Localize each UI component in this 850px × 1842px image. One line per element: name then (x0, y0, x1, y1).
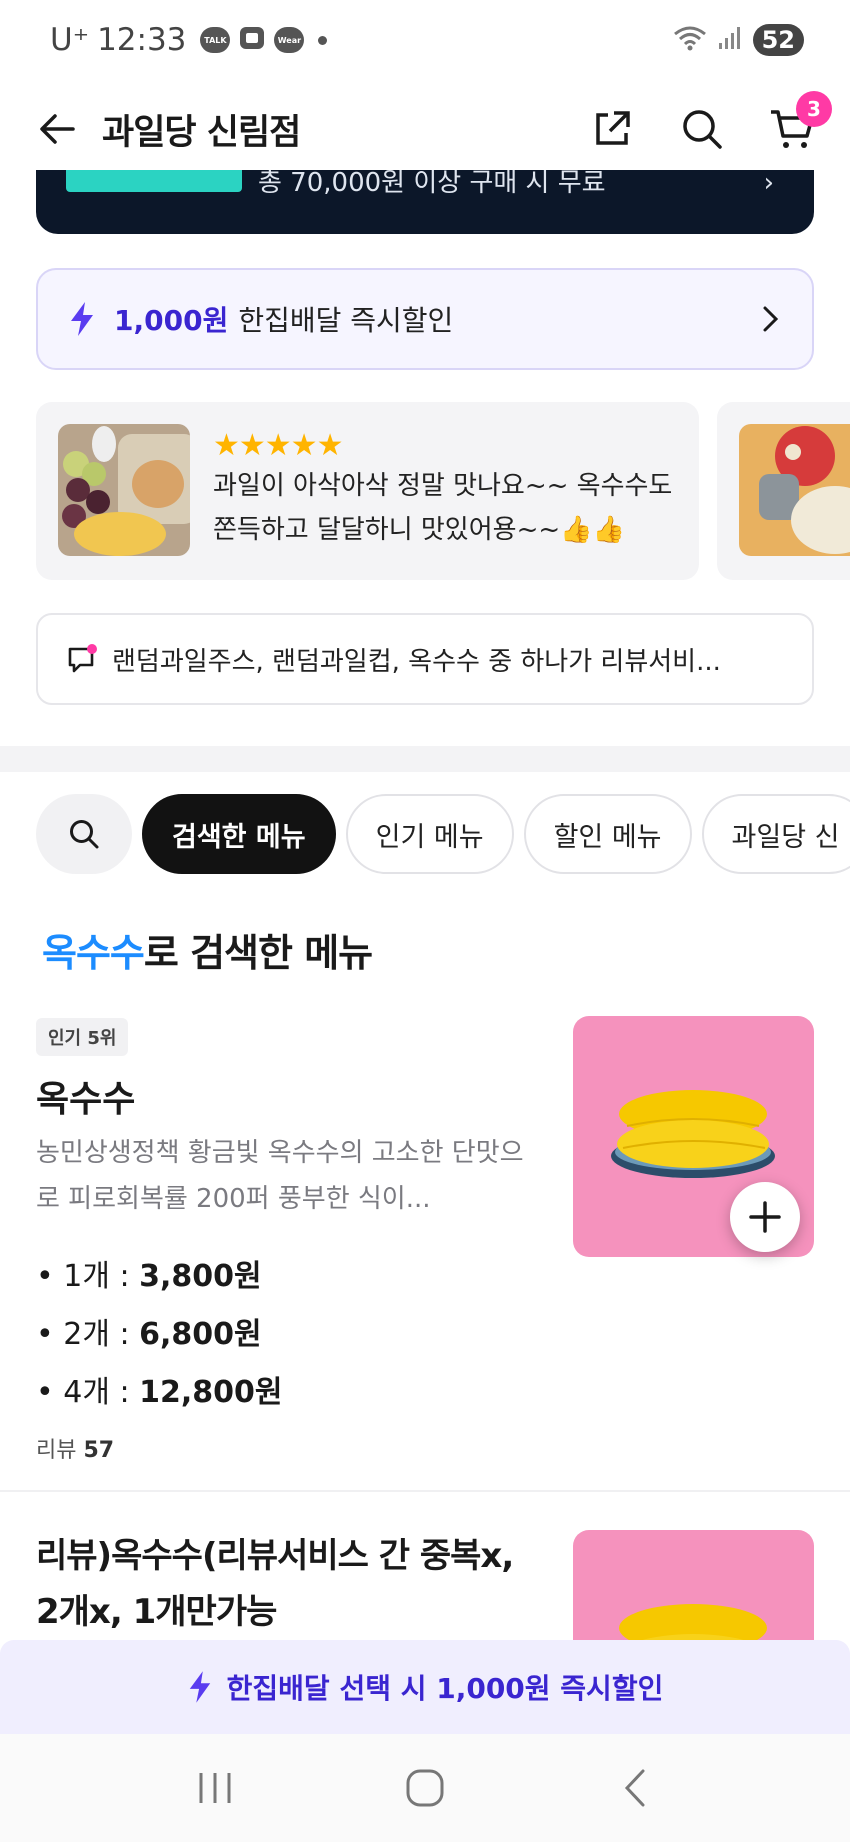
chip-popular-menu[interactable]: 인기 메뉴 (345, 794, 514, 874)
talk-icon: TALK (200, 27, 231, 53)
price-option: • 1개 : 3,800원 (36, 1248, 282, 1306)
clock: 12:33 (97, 22, 187, 58)
review-card[interactable] (717, 402, 850, 580)
status-bar: U⁺ 12:33 TALK Wear 52 (0, 0, 850, 80)
instant-discount-footer[interactable]: 한집배달 선택 시 1,000원 즉시할인 (0, 1640, 850, 1734)
category-chips: 검색한 메뉴 인기 메뉴 할인 메뉴 과일당 신 (36, 794, 850, 874)
menu-item[interactable]: 리뷰)옥수수(리뷰서비스 간 중복x, 2개x, 1개만가능 (0, 1528, 850, 1640)
review-card[interactable]: ★★★★★ 과일이 아삭아삭 정말 맛나요~~ 옥수수도 쫀득하고 달달하니 맛… (36, 402, 699, 580)
wifi-icon (673, 24, 707, 56)
wear-icon: Wear (274, 27, 305, 53)
chevron-right-icon (763, 306, 779, 332)
review-count-value: 57 (83, 1438, 115, 1463)
home-icon (406, 1769, 444, 1807)
share-button[interactable] (584, 101, 640, 157)
notice-icon (66, 643, 98, 675)
review-count: 리뷰 57 (36, 1432, 114, 1464)
recent-apps-button[interactable] (175, 1748, 255, 1828)
rating-stars: ★★★★★ (213, 428, 343, 463)
discount-amount: 1,000원 (114, 304, 229, 337)
price-qty: • 2개 : (36, 1317, 140, 1352)
price-qty: • 1개 : (36, 1259, 140, 1294)
price-value: 6,800원 (139, 1317, 262, 1352)
section-title-suffix: 로 검색한 메뉴 (143, 931, 373, 975)
discount-label: 한집배달 즉시할인 (238, 304, 454, 337)
menu-item-image (573, 1530, 814, 1640)
add-to-cart-button[interactable] (730, 1182, 800, 1252)
app-header: 과일당 신림점 3 (0, 88, 850, 170)
chevron-left-icon (624, 1769, 645, 1807)
back-button[interactable] (30, 102, 84, 156)
search-icon (683, 110, 722, 149)
home-button[interactable] (385, 1748, 465, 1828)
review-photo (739, 424, 850, 556)
page-title: 과일당 신림점 (102, 112, 301, 153)
share-icon (596, 111, 630, 145)
system-navigation-bar (0, 1734, 850, 1842)
menu-item[interactable]: 인기 5위 옥수수 농민상생정책 황금빛 옥수수의 고소한 단맛으로 피로회복률… (0, 1012, 850, 1492)
rank-badge: 인기 5위 (36, 1018, 129, 1056)
chip-searched-menu[interactable]: 검색한 메뉴 (142, 794, 336, 874)
menu-item-name: 옥수수 (36, 1079, 136, 1120)
section-title: 옥수수로 검색한 메뉴 (42, 922, 373, 977)
instant-discount-banner[interactable]: 1,000원 한집배달 즉시할인 (36, 268, 814, 370)
menu-search-button[interactable] (36, 794, 132, 874)
cart-count-badge: 3 (796, 91, 832, 127)
search-icon (70, 820, 99, 849)
menu-item-description: 농민상생정책 황금빛 옥수수의 고소한 단맛으로 피로회복률 200퍼 풍부한 … (36, 1138, 524, 1214)
owner-notice[interactable]: 랜덤과일주스, 랜덤과일컵, 옥수수 중 하나가 리뷰서비... (36, 613, 814, 705)
chevron-right-icon: › (763, 168, 774, 198)
battery-indicator: 52 (752, 24, 804, 56)
search-button[interactable] (674, 101, 730, 157)
chip-store-menu[interactable]: 과일당 신 (701, 794, 850, 874)
price-option: • 2개 : 6,800원 (36, 1306, 282, 1364)
review-photo (58, 424, 190, 556)
price-option: • 4개 : 12,800원 (36, 1364, 282, 1422)
recent-apps-icon (199, 1773, 231, 1803)
plus-icon (749, 1201, 781, 1233)
price-qty: • 4개 : (36, 1375, 140, 1410)
price-list: • 1개 : 3,800원 • 2개 : 6,800원 • 4개 : 12,80… (36, 1248, 282, 1422)
chip-discount-menu[interactable]: 할인 메뉴 (523, 794, 692, 874)
system-back-button[interactable] (595, 1748, 675, 1828)
notice-text: 랜덤과일주스, 랜덤과일컵, 옥수수 중 하나가 리뷰서비... (112, 646, 721, 677)
price-value: 3,800원 (139, 1259, 262, 1294)
dot-icon (318, 35, 328, 45)
carrier-label: U⁺ (50, 22, 90, 58)
lightning-icon (71, 302, 93, 336)
signal-icon (717, 25, 743, 55)
arrow-left-icon (40, 114, 75, 144)
footer-discount-text: 한집배달 선택 시 1,000원 즉시할인 (226, 1672, 664, 1705)
review-count-label: 리뷰 (36, 1438, 77, 1463)
search-keyword: 옥수수 (42, 931, 145, 975)
lightning-icon (189, 1671, 210, 1703)
price-value: 12,800원 (139, 1375, 283, 1410)
section-divider (0, 746, 850, 772)
screenshot-icon (238, 25, 266, 55)
review-text: 과일이 아삭아삭 정말 맛나요~~ 옥수수도 쫀득하고 달달하니 맛있어용~~👍… (213, 471, 673, 545)
cart-button[interactable]: 3 (764, 91, 832, 157)
menu-item-name: 리뷰)옥수수(리뷰서비스 간 중복x, 2개x, 1개만가능 (36, 1536, 514, 1632)
review-carousel[interactable]: ★★★★★ 과일이 아삭아삭 정말 맛나요~~ 옥수수도 쫀득하고 달달하니 맛… (36, 402, 850, 580)
